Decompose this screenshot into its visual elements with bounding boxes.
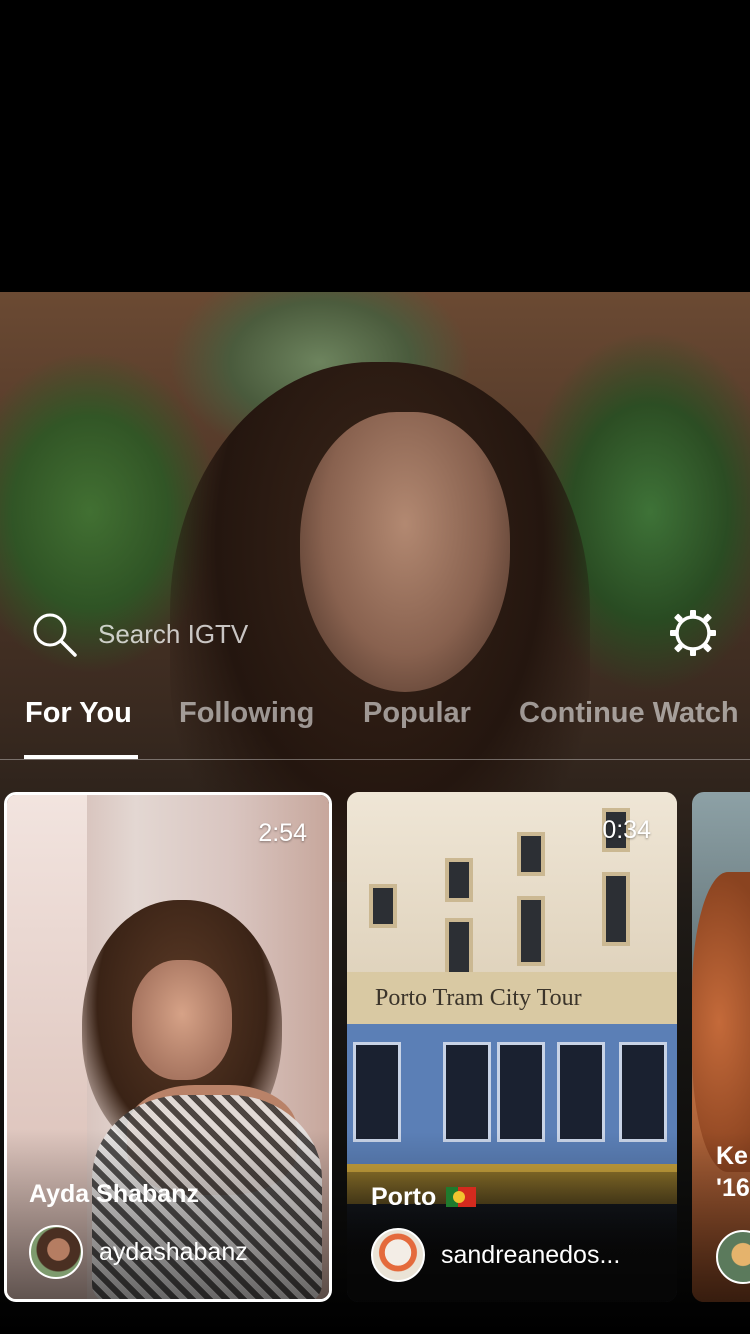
tram-window (353, 1042, 401, 1142)
video-author[interactable]: aydashabanz (29, 1225, 248, 1279)
tab-following[interactable]: Following (179, 697, 314, 730)
portugal-flag-icon (446, 1187, 477, 1207)
video-author[interactable] (716, 1230, 750, 1284)
video-title: Ke '16 (716, 1142, 750, 1202)
thumbnail-person-face (132, 960, 232, 1080)
video-card[interactable]: Porto Tram City Tour 0:34 Porto sandrean… (347, 792, 677, 1302)
tab-continue-watching[interactable]: Continue Watch (519, 697, 739, 730)
search-bar[interactable]: Search IGTV (30, 609, 248, 659)
video-title-text: Porto (371, 1183, 437, 1211)
search-input[interactable]: Search IGTV (98, 619, 248, 650)
thumbnail-person-hair (692, 872, 750, 1172)
featured-person-face (300, 412, 510, 692)
tram-window (619, 1042, 667, 1142)
building-window (517, 896, 545, 966)
avatar[interactable] (371, 1228, 425, 1282)
tab-bar: For You Following Popular Continue Watch (0, 697, 750, 757)
avatar[interactable] (29, 1225, 83, 1279)
tab-popular[interactable]: Popular (363, 697, 471, 730)
building-window (445, 918, 473, 978)
building-window (602, 872, 630, 946)
author-handle[interactable]: aydashabanz (99, 1238, 248, 1267)
tram-window (557, 1042, 605, 1142)
tab-for-you[interactable]: For You (25, 697, 132, 730)
video-title: Ayda Shabanz (29, 1180, 199, 1208)
top-black-area (0, 0, 750, 292)
video-author[interactable]: sandreanedos... (371, 1228, 620, 1282)
tram-window (443, 1042, 491, 1142)
building-window (517, 832, 545, 876)
video-title: Porto (371, 1183, 477, 1212)
video-duration: 2:54 (258, 819, 307, 847)
tabs-divider (0, 759, 750, 760)
settings-icon[interactable] (667, 607, 719, 659)
video-duration: 0:34 (602, 816, 651, 844)
tram-window (497, 1042, 545, 1142)
avatar[interactable] (716, 1230, 750, 1284)
building-window (445, 858, 473, 902)
tram-sign: Porto Tram City Tour (347, 972, 677, 1024)
author-handle[interactable]: sandreanedos... (441, 1241, 620, 1270)
video-card[interactable]: 2:54 Ayda Shabanz aydashabanz (4, 792, 332, 1302)
video-card[interactable]: Ke '16 (692, 792, 750, 1302)
featured-video-background[interactable]: Search IGTV For You Following Popular Co… (0, 292, 750, 1334)
building-window (369, 884, 397, 928)
search-icon[interactable] (30, 610, 78, 658)
